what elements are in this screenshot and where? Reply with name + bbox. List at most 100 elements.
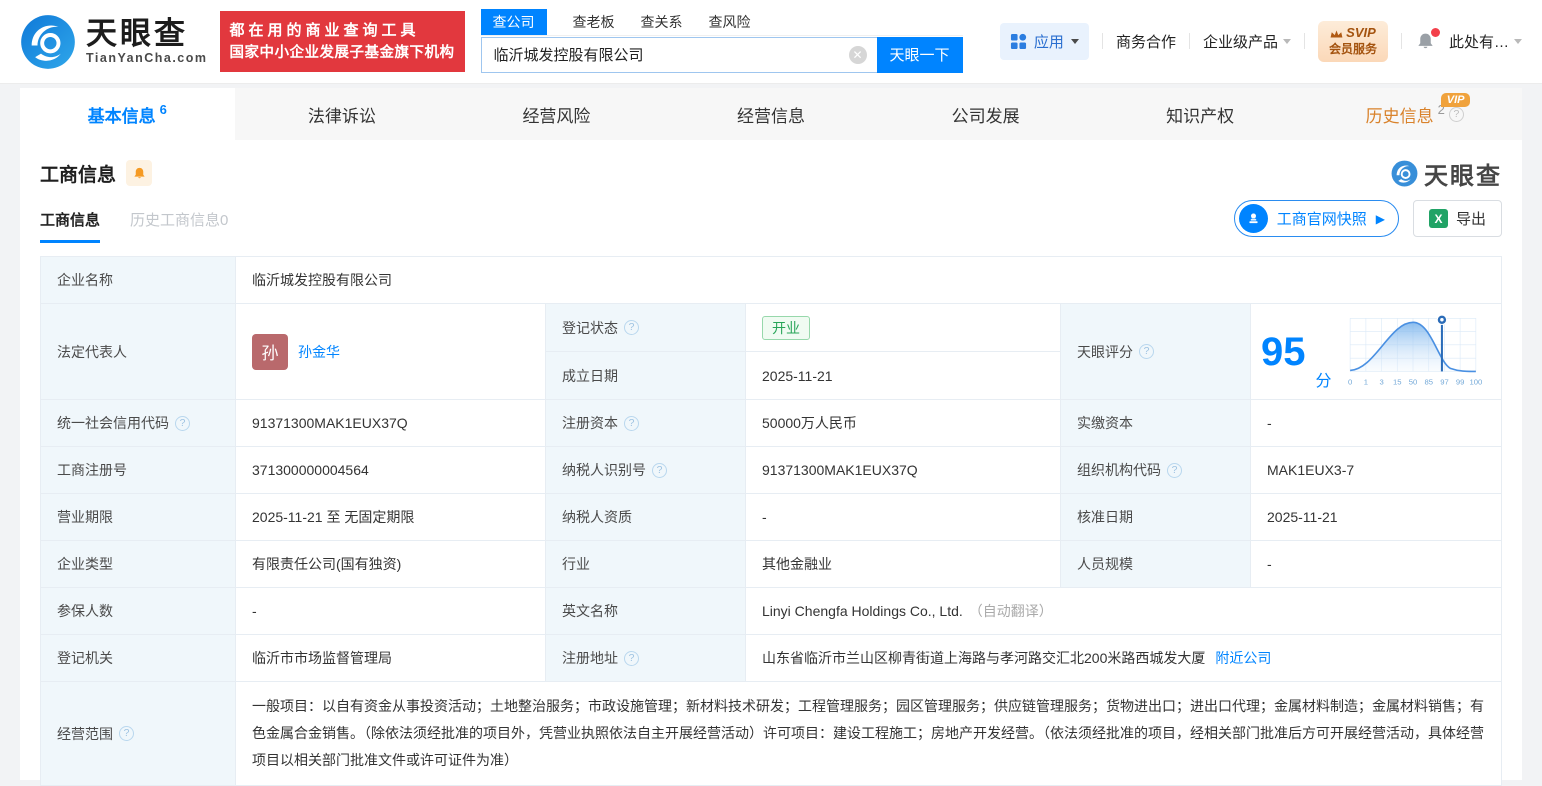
top-bar: 天眼查 TianYanCha.com 都在用的商业查询工具 国家中小企业发展子基… bbox=[0, 0, 1542, 84]
monitor-bell-button[interactable] bbox=[126, 160, 153, 186]
field-value-paid-capital: - bbox=[1251, 400, 1502, 447]
stamp-icon bbox=[1238, 204, 1268, 233]
user-menu[interactable]: 此处有… bbox=[1449, 31, 1522, 52]
field-value-company-type: 有限责任公司(国有独资) bbox=[236, 541, 546, 588]
search-input[interactable] bbox=[480, 36, 877, 73]
chevron-right-icon: ▶ bbox=[1375, 211, 1385, 226]
search-tab-boss[interactable]: 查老板 bbox=[573, 9, 615, 35]
subtab-history-business-info[interactable]: 历史工商信息0 bbox=[130, 209, 228, 243]
help-icon[interactable]: ? bbox=[1448, 106, 1464, 122]
field-value-reg-capital: 50000万人民币 bbox=[746, 400, 1061, 447]
field-value-term: 2025-11-21 至 无固定期限 bbox=[236, 494, 546, 541]
chevron-down-icon bbox=[1282, 38, 1291, 44]
field-value-score: 95 分 0 1 3 15 50 85 97 99 100 bbox=[1251, 304, 1502, 400]
field-value-en-name: Linyi Chengfa Holdings Co., Ltd. （自动翻译） bbox=[746, 588, 1502, 635]
field-label-staff-size: 人员规模 bbox=[1061, 541, 1251, 588]
chevron-down-icon bbox=[1514, 38, 1522, 44]
legal-rep-link[interactable]: 孙金华 bbox=[298, 342, 340, 362]
notifications-button[interactable] bbox=[1415, 27, 1440, 52]
field-value-insured: - bbox=[236, 588, 546, 635]
field-label-approved: 核准日期 bbox=[1061, 494, 1251, 541]
status-badge: 开业 bbox=[762, 315, 810, 340]
help-icon[interactable]: ? bbox=[652, 462, 667, 478]
divider bbox=[1101, 33, 1103, 50]
field-label-company-name: 企业名称 bbox=[41, 257, 236, 304]
vip-badge: VIP bbox=[1440, 93, 1471, 107]
crown-icon bbox=[1330, 30, 1343, 38]
help-icon[interactable]: ? bbox=[624, 320, 639, 335]
enterprise-products-link[interactable]: 企业级产品 bbox=[1203, 31, 1291, 52]
watermark-text: 天眼查 bbox=[1424, 162, 1502, 190]
tab-legal-proceedings[interactable]: 法律诉讼 bbox=[235, 88, 450, 140]
subtab-business-info[interactable]: 工商信息 bbox=[40, 209, 101, 243]
field-value-staff-size: - bbox=[1251, 541, 1502, 588]
search-button[interactable]: 天眼一下 bbox=[876, 36, 963, 73]
help-icon[interactable]: ? bbox=[1167, 462, 1182, 478]
tab-intellectual-property[interactable]: 知识产权 bbox=[1093, 88, 1308, 140]
tab-company-development[interactable]: 公司发展 bbox=[878, 88, 1093, 140]
field-value-established: 2025-11-21 bbox=[746, 352, 1061, 400]
search-tab-relation[interactable]: 查关系 bbox=[641, 9, 683, 35]
tab-business-info[interactable]: 经营信息 bbox=[664, 88, 879, 140]
apps-label: 应用 bbox=[1033, 33, 1064, 51]
alarm-bell-icon bbox=[133, 167, 145, 178]
help-icon[interactable]: ? bbox=[1139, 344, 1154, 359]
apps-grid-icon bbox=[1010, 33, 1027, 50]
field-value-reg-status: 开业 bbox=[746, 304, 1061, 352]
search-block: 查公司 查老板 查关系 查风险 ✕ 天眼一下 bbox=[480, 8, 963, 73]
svg-text:3: 3 bbox=[1379, 377, 1383, 386]
logo-text: 天眼查 bbox=[86, 15, 188, 51]
section-title: 工商信息 bbox=[40, 164, 117, 186]
tab-count: 6 bbox=[159, 102, 167, 117]
field-value-industry: 其他金融业 bbox=[746, 541, 1061, 588]
field-label-established: 成立日期 bbox=[546, 352, 746, 400]
svg-text:50: 50 bbox=[1408, 377, 1417, 386]
tab-operating-risk[interactable]: 经营风险 bbox=[449, 88, 664, 140]
company-nav-tabs: 基本信息 6 法律诉讼 经营风险 经营信息 公司发展 知识产权 VIP 历史信息… bbox=[20, 88, 1522, 140]
svg-text:97: 97 bbox=[1440, 377, 1449, 386]
field-value-legal-rep: 孙 孙金华 bbox=[236, 304, 546, 400]
avatar: 孙 bbox=[252, 333, 288, 370]
field-label-scope: 经营范围 ? bbox=[41, 682, 236, 786]
help-icon[interactable]: ? bbox=[624, 650, 639, 666]
export-button[interactable]: X 导出 bbox=[1412, 200, 1502, 237]
field-value-authority: 临沂市市场监督管理局 bbox=[236, 635, 546, 682]
search-tab-risk[interactable]: 查风险 bbox=[709, 9, 751, 35]
promo-line2: 国家中小企业发展子基金旗下机构 bbox=[229, 44, 455, 61]
help-icon[interactable]: ? bbox=[175, 415, 190, 431]
field-value-reg-no: 371300000004564 bbox=[236, 447, 546, 494]
logo-domain: TianYanCha.com bbox=[86, 51, 208, 66]
promo-line1: 都在用的商业查询工具 bbox=[229, 21, 420, 39]
field-value-taxpayer-no: 91371300MAK1EUX37Q bbox=[746, 447, 1061, 494]
business-coop-link[interactable]: 商务合作 bbox=[1116, 31, 1176, 52]
tab-basic-info[interactable]: 基本信息 6 bbox=[20, 88, 235, 140]
field-label-en-name: 英文名称 bbox=[546, 588, 746, 635]
help-icon[interactable]: ? bbox=[119, 726, 134, 741]
field-value-credit-code: 91371300MAK1EUX37Q bbox=[236, 400, 546, 447]
clear-icon[interactable]: ✕ bbox=[848, 45, 867, 64]
score-unit: 分 bbox=[1315, 373, 1332, 390]
divider bbox=[1400, 33, 1402, 50]
help-icon[interactable]: ? bbox=[624, 415, 639, 431]
field-label-credit-code: 统一社会信用代码 ? bbox=[41, 400, 236, 447]
official-snapshot-button[interactable]: 工商官网快照 ▶ bbox=[1233, 200, 1399, 237]
chevron-down-icon bbox=[1070, 38, 1079, 44]
svg-text:15: 15 bbox=[1393, 377, 1402, 386]
tianyancha-logo-icon bbox=[21, 14, 75, 69]
svip-member-button[interactable]: SVIP 会员服务 bbox=[1317, 21, 1388, 62]
tianyancha-logo-icon bbox=[1391, 160, 1418, 186]
search-tabs: 查公司 查老板 查关系 查风险 bbox=[480, 8, 963, 36]
nearby-companies-link[interactable]: 附近公司 bbox=[1215, 648, 1271, 668]
svg-text:85: 85 bbox=[1424, 377, 1433, 386]
tianyancha-logo[interactable]: 天眼查 TianYanCha.com bbox=[20, 14, 208, 70]
search-tab-company[interactable]: 查公司 bbox=[480, 8, 547, 35]
apps-button[interactable]: 应用 bbox=[999, 22, 1089, 60]
field-label-taxpayer-quality: 纳税人资质 bbox=[546, 494, 746, 541]
tab-history-info[interactable]: VIP 历史信息 2 ? bbox=[1307, 88, 1522, 140]
field-label-insured: 参保人数 bbox=[41, 588, 236, 635]
subtabs: 工商信息 历史工商信息0 bbox=[40, 209, 228, 243]
field-label-reg-capital: 注册资本 ? bbox=[546, 400, 746, 447]
field-label-paid-capital: 实缴资本 bbox=[1061, 400, 1251, 447]
svg-text:1: 1 bbox=[1363, 377, 1367, 386]
field-label-company-type: 企业类型 bbox=[41, 541, 236, 588]
